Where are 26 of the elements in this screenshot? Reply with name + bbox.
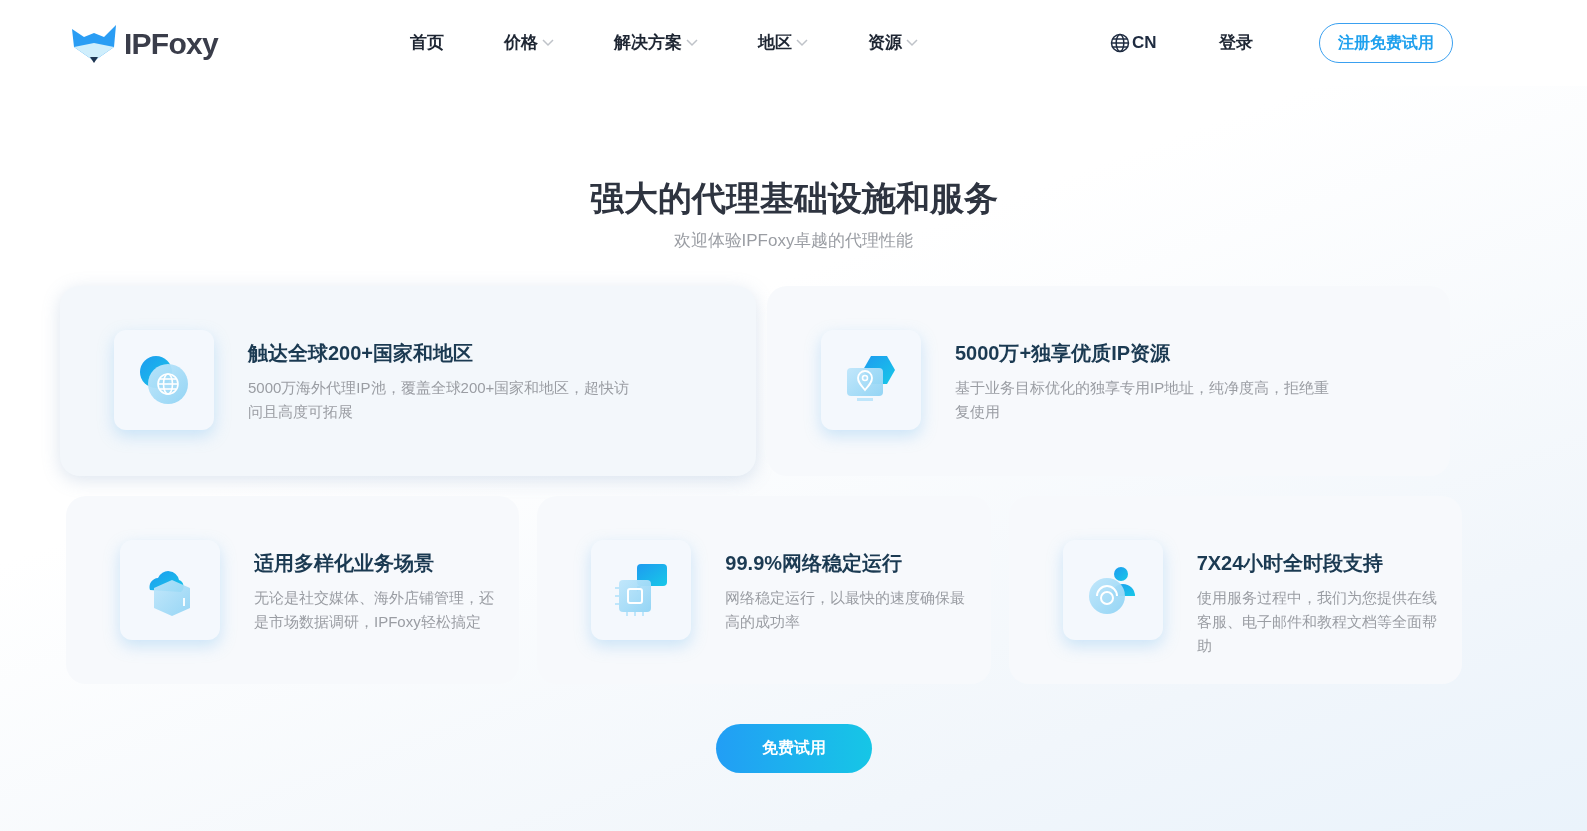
login-link[interactable]: 登录 (1218, 30, 1253, 56)
nav-link[interactable]: 资源 (868, 30, 918, 56)
chevron-down-icon (542, 39, 554, 47)
nav-link[interactable]: 价格 (504, 30, 554, 56)
feature-description: 5000万海外代理IP池，覆盖全球200+国家和地区，超快访问且高度可拓展 (248, 377, 631, 422)
section-subtitle: 欢迎体验IPFoxy卓越的代理性能 (673, 230, 914, 252)
feature-description: 网络稳定运行，以最快的速度确保最高的成功率 (725, 587, 966, 632)
language-link[interactable]: CN (1110, 30, 1157, 56)
logo-text: IPFoxy (124, 25, 218, 62)
chevron-down-icon (906, 39, 918, 47)
feature-description: 无论是社交媒体、海外店铺管理，还是市场数据调研，IPFoxy轻松搞定 (254, 587, 494, 632)
nav-link[interactable]: 首页 (410, 30, 444, 56)
chevron-down-icon (686, 39, 698, 47)
feature-title: 7X24小时全时段支持 (1196, 550, 1385, 576)
globe-icon (1110, 33, 1130, 53)
feature-title: 99.9%网络稳定运行 (725, 550, 904, 576)
fox-logo-icon (70, 23, 118, 63)
feature-title: 触达全球200+国家和地区 (248, 340, 475, 366)
nav-link[interactable]: 解决方案 (614, 30, 698, 56)
feature-title: 5000万+独享优质IP资源 (955, 340, 1172, 366)
section-title: 强大的代理基础设施和服务 (589, 178, 998, 219)
feature-description: 使用服务过程中，我们为您提供在线客服、电子邮件和教程文档等全面帮助 (1196, 587, 1437, 656)
chevron-down-icon (796, 39, 808, 47)
feature-description: 基于业务目标优化的独享专用IP地址，纯净度高，拒绝重复使用 (955, 377, 1331, 422)
nav-link[interactable]: 地区 (758, 30, 808, 56)
feature-title: 适用多样化业务场景 (254, 550, 435, 576)
